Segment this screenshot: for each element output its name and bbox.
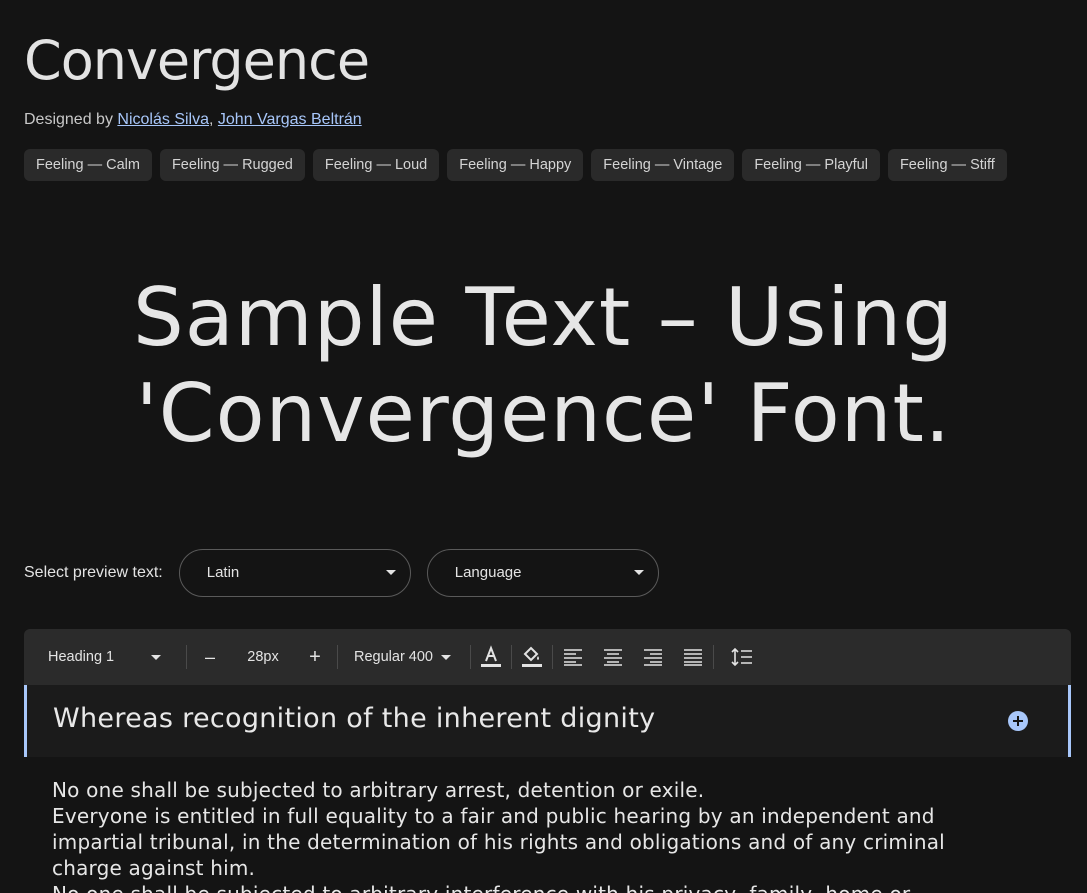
editor-heading-text[interactable]: Whereas recognition of the inherent dign… <box>53 703 655 734</box>
decrease-size-button[interactable]: – <box>187 629 233 685</box>
designer-separator: , <box>209 111 214 128</box>
editor-toolbar: Heading 1 – 28px + Regular 400 <box>24 629 1071 685</box>
editor-body-text[interactable]: No one shall be subjected to arbitrary a… <box>52 777 972 893</box>
minus-icon: – <box>204 646 215 667</box>
text-style-value: Heading 1 <box>48 649 115 665</box>
text-color-icon <box>481 645 501 667</box>
text-style-dropdown[interactable]: Heading 1 <box>24 629 186 685</box>
preview-text-selector: Select preview text: Latin Language <box>24 549 675 597</box>
caret-down-icon <box>151 654 161 660</box>
tag-feeling-vintage[interactable]: Feeling — Vintage <box>591 149 735 181</box>
body-paragraph: Everyone is entitled in full equality to… <box>52 804 945 880</box>
tag-feeling-happy[interactable]: Feeling — Happy <box>447 149 584 181</box>
align-justify-icon <box>684 649 702 666</box>
feeling-tags: Feeling — Calm Feeling — Rugged Feeling … <box>24 149 1007 181</box>
increase-size-button[interactable]: + <box>293 629 337 685</box>
body-paragraph: No one shall be subjected to arbitrary a… <box>52 778 705 802</box>
language-select[interactable]: Language <box>426 549 659 597</box>
align-right-button[interactable] <box>633 637 673 677</box>
font-size-text: 28px <box>247 649 279 665</box>
align-justify-button[interactable] <box>673 637 713 677</box>
align-right-icon <box>644 649 662 666</box>
font-specimen-page: Convergence Designed by Nicolás Silva, J… <box>0 0 1087 893</box>
body-paragraph: No one shall be subjected to arbitrary i… <box>52 881 972 893</box>
hero-sample-text: Sample Text – Using 'Convergence' Font. <box>133 271 954 460</box>
font-weight-dropdown[interactable]: Regular 400 <box>338 629 470 685</box>
highlight-color-button[interactable] <box>512 637 552 677</box>
caret-down-icon <box>441 654 451 660</box>
font-weight-value: Regular 400 <box>354 649 433 665</box>
designer-credits: Designed by Nicolás Silva, John Vargas B… <box>24 111 362 129</box>
tag-feeling-calm[interactable]: Feeling — Calm <box>24 149 152 181</box>
tag-feeling-stiff[interactable]: Feeling — Stiff <box>887 149 1007 181</box>
plus-icon: + <box>309 645 321 668</box>
tag-feeling-loud[interactable]: Feeling — Loud <box>312 149 440 181</box>
fill-bucket-icon <box>522 646 542 667</box>
preview-text-label: Select preview text: <box>24 564 163 581</box>
tag-feeling-playful[interactable]: Feeling — Playful <box>742 149 880 181</box>
align-center-icon <box>604 649 622 666</box>
align-left-icon <box>564 649 582 666</box>
caret-down-icon <box>633 570 644 575</box>
line-height-button[interactable] <box>722 637 762 677</box>
text-color-button[interactable] <box>471 637 511 677</box>
font-size-value: 28px <box>233 629 293 685</box>
line-spacing-icon <box>731 648 752 666</box>
script-select[interactable]: Latin <box>178 549 411 597</box>
font-title: Convergence <box>24 29 370 92</box>
designed-by-label: Designed by <box>24 111 113 128</box>
caret-down-icon <box>385 570 396 575</box>
align-center-button[interactable] <box>593 637 633 677</box>
plus-circle-icon <box>1013 716 1023 726</box>
add-block-button[interactable] <box>1008 711 1028 731</box>
designer-link-1[interactable]: Nicolás Silva <box>117 111 209 128</box>
language-select-value: Language <box>454 564 522 581</box>
align-left-button[interactable] <box>553 637 593 677</box>
toolbar-divider <box>713 645 714 669</box>
tag-feeling-rugged[interactable]: Feeling — Rugged <box>159 149 305 181</box>
editor-heading-block[interactable]: Whereas recognition of the inherent dign… <box>24 685 1071 757</box>
script-select-value: Latin <box>206 564 240 581</box>
designer-link-2[interactable]: John Vargas Beltrán <box>218 111 362 128</box>
